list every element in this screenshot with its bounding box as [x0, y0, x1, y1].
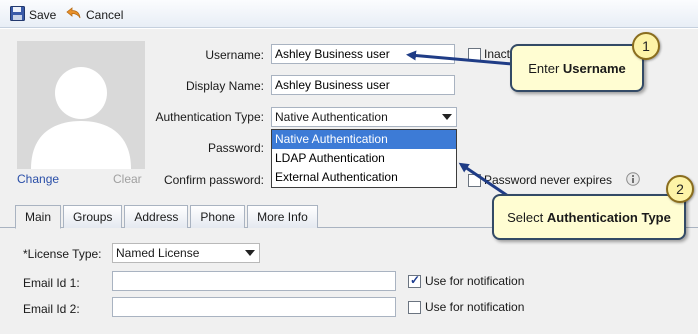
confirm-password-label: Confirm password:	[163, 173, 264, 187]
email2-notify-label: Use for notification	[425, 300, 525, 314]
avatar	[17, 41, 145, 169]
email1-notify-label: Use for notification	[425, 274, 525, 288]
tab-more-info[interactable]: More Info	[247, 205, 318, 228]
callout-1-prefix: Enter	[528, 60, 563, 76]
dropdown-option-native[interactable]: Native Authentication	[272, 130, 456, 149]
step-badge-1: 1	[632, 32, 660, 60]
undo-arrow-icon	[66, 6, 82, 23]
email2-notify-checkbox[interactable]	[408, 301, 421, 314]
callout-2-bold: Authentication Type	[546, 209, 671, 225]
email1-label: Email Id 1:	[23, 276, 80, 290]
display-name-input[interactable]	[271, 75, 455, 95]
tab-groups[interactable]: Groups	[63, 205, 123, 228]
username-input[interactable]	[271, 44, 455, 64]
password-label: Password:	[207, 141, 264, 155]
authentication-type-select[interactable]: Native Authentication	[271, 107, 457, 127]
username-label: Username:	[205, 48, 264, 62]
authentication-type-dropdown: Native Authentication LDAP Authenticatio…	[271, 129, 457, 188]
email1-notify-checkbox[interactable]	[408, 273, 421, 288]
dropdown-option-external[interactable]: External Authentication	[272, 168, 456, 187]
tab-strip: Main Groups Address Phone More Info	[15, 205, 318, 229]
display-name-label: Display Name:	[185, 79, 264, 93]
save-button[interactable]: Save	[10, 5, 57, 24]
tab-main[interactable]: Main	[15, 205, 62, 229]
authentication-type-value: Native Authentication	[275, 110, 388, 124]
license-type-select[interactable]: Named License	[112, 243, 260, 263]
callout-1-bold: Username	[562, 60, 626, 76]
authentication-type-label: Authentication Type:	[155, 110, 264, 124]
email2-label: Email Id 2:	[23, 302, 80, 316]
step-badge-2: 2	[666, 175, 694, 203]
user-silhouette-icon	[31, 67, 131, 169]
info-icon[interactable]	[626, 172, 640, 189]
email1-input[interactable]	[112, 271, 396, 291]
toolbar: Save Cancel	[0, 0, 698, 28]
dropdown-arrow-icon[interactable]	[438, 108, 456, 126]
inactive-label: Inact	[484, 47, 511, 61]
callout-username: Enter Username	[510, 44, 644, 92]
cancel-button[interactable]: Cancel	[66, 6, 123, 23]
license-type-value: Named License	[116, 246, 200, 260]
password-never-expires-checkbox[interactable]	[468, 174, 481, 187]
floppy-disk-icon	[10, 5, 25, 24]
inactive-checkbox[interactable]	[468, 48, 481, 61]
dropdown-option-ldap[interactable]: LDAP Authentication	[272, 149, 456, 168]
clear-photo-link: Clear	[113, 172, 142, 186]
callout-2-prefix: Select	[507, 209, 547, 225]
password-never-expires-label: Password never expires	[484, 173, 613, 187]
dropdown-arrow-icon[interactable]	[241, 244, 259, 262]
cancel-label: Cancel	[86, 7, 124, 22]
save-label: Save	[29, 7, 57, 22]
change-photo-link[interactable]: Change	[17, 172, 59, 186]
email2-input[interactable]	[112, 297, 396, 317]
tab-phone[interactable]: Phone	[190, 205, 246, 228]
tab-address[interactable]: Address	[124, 205, 189, 228]
callout-authentication-type: Select Authentication Type	[492, 194, 686, 240]
license-type-label: *License Type:	[23, 247, 102, 261]
